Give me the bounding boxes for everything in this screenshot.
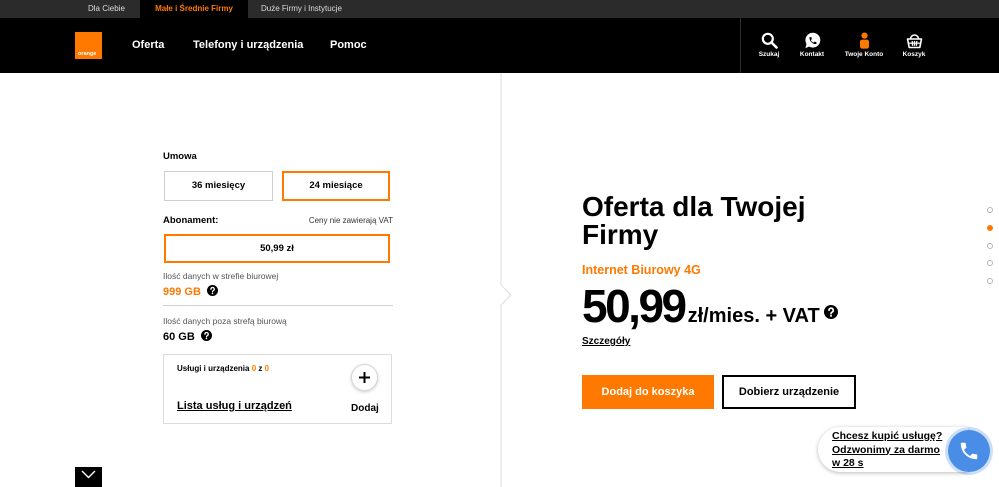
orange-logo[interactable]: orange <box>75 32 102 59</box>
segment-tab-duze-firmy[interactable]: Duże Firmy i Instytucje <box>261 0 342 18</box>
callback-text[interactable]: Chcesz kupić usługę? Odzwonimy za darmo … <box>832 430 942 471</box>
data-outside-row: 60 GB <box>163 327 213 345</box>
contract-label: Umowa <box>163 151 197 162</box>
offer-product: Internet Biurowy 4G <box>582 263 701 277</box>
plus-icon <box>359 372 370 383</box>
choose-device-button[interactable]: Dobierz urządzenie <box>722 375 856 409</box>
account-button[interactable]: Twoje Konto <box>839 32 889 62</box>
callback-line: Odzwonimy za darmo <box>832 443 940 456</box>
account-label: Twoje Konto <box>844 51 884 58</box>
section-nav-dot[interactable] <box>987 260 993 267</box>
segment-bar: Dla Ciebie Małe i Średnie Firmy Duże Fir… <box>0 0 999 18</box>
section-nav-dot[interactable] <box>987 224 993 231</box>
logo-text: orange <box>78 51 97 57</box>
contact-icon <box>804 32 820 49</box>
price-suffix: zł/mies. + VAT <box>687 305 820 327</box>
section-nav-dot[interactable] <box>987 207 993 213</box>
data-outside-label: Ilość danych poza strefą biurową <box>163 316 287 326</box>
basket-button[interactable]: Koszyk <box>889 32 939 62</box>
nav-oferta[interactable]: Oferta <box>132 38 164 52</box>
scroll-down-button[interactable] <box>75 467 102 487</box>
data-outside-value: 60 GB <box>163 331 195 343</box>
contact-button[interactable]: Kontakt <box>787 32 837 62</box>
services-summary: Usługi i urządzenia 0 z 0 <box>177 364 269 374</box>
section-nav <box>987 207 993 296</box>
details-link[interactable]: Szczegóły <box>582 336 630 348</box>
offer-price: 50,99 zł/mies. + VAT <box>582 281 838 341</box>
divider <box>163 305 393 306</box>
price-amount: 50,99 <box>582 280 687 332</box>
contract-option-36[interactable]: 36 miesięcy <box>164 171 273 201</box>
data-office-label: Ilość danych w strefie biurowej <box>163 271 279 281</box>
chevron-down-icon <box>81 470 96 479</box>
services-list-link[interactable]: Lista usług i urządzeń <box>177 400 292 413</box>
contract-option-24[interactable]: 24 miesiące <box>282 171 390 201</box>
price-option[interactable]: 50,99 zł <box>164 234 390 263</box>
services-label: Usługi i urządzenia <box>177 364 250 373</box>
question-icon[interactable] <box>823 305 838 319</box>
offer-title: Oferta dla Twojej Firmy <box>582 191 806 250</box>
page: Dla Ciebie Małe i Średnie Firmy Duże Fir… <box>0 0 999 487</box>
phone-icon <box>960 442 978 460</box>
basket-icon <box>906 34 922 49</box>
segment-tab-dla-ciebie[interactable]: Dla Ciebie <box>88 0 125 18</box>
add-service-label[interactable]: Dodaj <box>351 403 379 415</box>
services-total: 0 <box>264 364 270 373</box>
subscription-label: Abonament: <box>163 215 219 226</box>
data-office-row: 999 GB <box>163 282 219 300</box>
section-nav-dot[interactable] <box>987 242 993 249</box>
callback-button[interactable] <box>948 430 990 472</box>
services-box: Usługi i urządzenia 0 z 0 Lista usług i … <box>163 354 392 424</box>
question-icon[interactable] <box>201 330 213 341</box>
search-icon <box>761 32 778 49</box>
panel-divider <box>500 73 512 487</box>
question-icon[interactable] <box>207 285 219 296</box>
data-office-value: 999 GB <box>163 286 201 298</box>
callback-line: Chcesz kupić usługę? <box>832 430 943 442</box>
account-icon <box>859 32 869 49</box>
services-separator: z <box>258 364 263 373</box>
contact-label: Kontakt <box>799 51 825 58</box>
callback-line: w 28 s <box>832 457 864 469</box>
header-divider <box>740 18 741 73</box>
segment-tab-male-i-srednie-firmy[interactable]: Małe i Średnie Firmy <box>140 0 248 18</box>
vat-note: Ceny nie zawierają VAT <box>308 216 393 225</box>
nav-telefony-i-urzadzenia[interactable]: Telefony i urządzenia <box>193 38 303 52</box>
section-nav-dot[interactable] <box>987 278 993 284</box>
nav-pomoc[interactable]: Pomoc <box>330 38 367 52</box>
add-to-cart-button[interactable]: Dodaj do koszyka <box>582 375 714 409</box>
add-service-button[interactable] <box>351 364 378 391</box>
basket-label: Koszyk <box>902 51 926 58</box>
services-count: 0 <box>251 364 257 373</box>
